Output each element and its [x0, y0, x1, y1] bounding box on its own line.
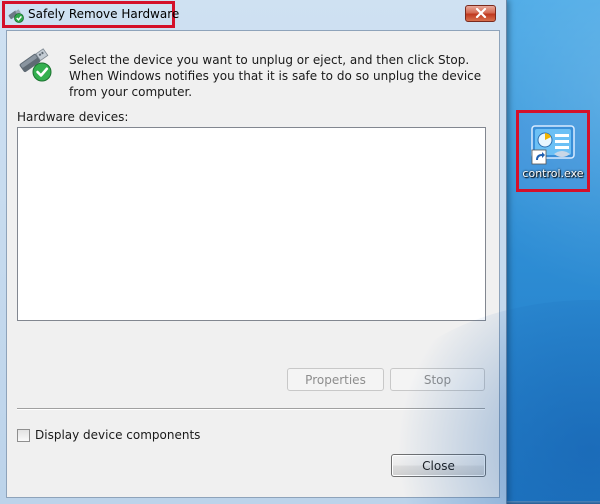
window-title: Safely Remove Hardware — [28, 7, 180, 21]
dialog-body: Select the device you want to unplug or … — [6, 30, 500, 498]
safely-remove-hardware-icon — [8, 7, 24, 23]
display-components-label[interactable]: Display device components — [35, 428, 200, 442]
properties-button[interactable]: Properties — [287, 368, 384, 391]
stop-button[interactable]: Stop — [390, 368, 485, 391]
control-panel-shortcut-icon[interactable] — [530, 124, 576, 166]
hardware-devices-label: Hardware devices: — [17, 110, 129, 124]
display-components-checkbox[interactable] — [17, 428, 30, 442]
usb-device-check-icon — [17, 47, 53, 83]
title-bar[interactable]: Safely Remove Hardware — [0, 0, 506, 30]
shortcut-label[interactable]: control.exe — [519, 167, 587, 180]
safely-remove-hardware-window: Safely Remove Hardware Select the device… — [0, 0, 507, 504]
hardware-devices-list[interactable] — [17, 127, 486, 321]
display-components-row[interactable]: Display device components — [17, 428, 200, 442]
close-icon — [475, 7, 487, 21]
separator — [17, 408, 485, 410]
close-button[interactable]: Close — [391, 454, 486, 477]
instructions-text: Select the device you want to unplug or … — [69, 53, 482, 99]
desktop: control.exe Safely Remove Hardware Selec… — [0, 0, 600, 504]
window-close-button[interactable] — [465, 5, 496, 22]
